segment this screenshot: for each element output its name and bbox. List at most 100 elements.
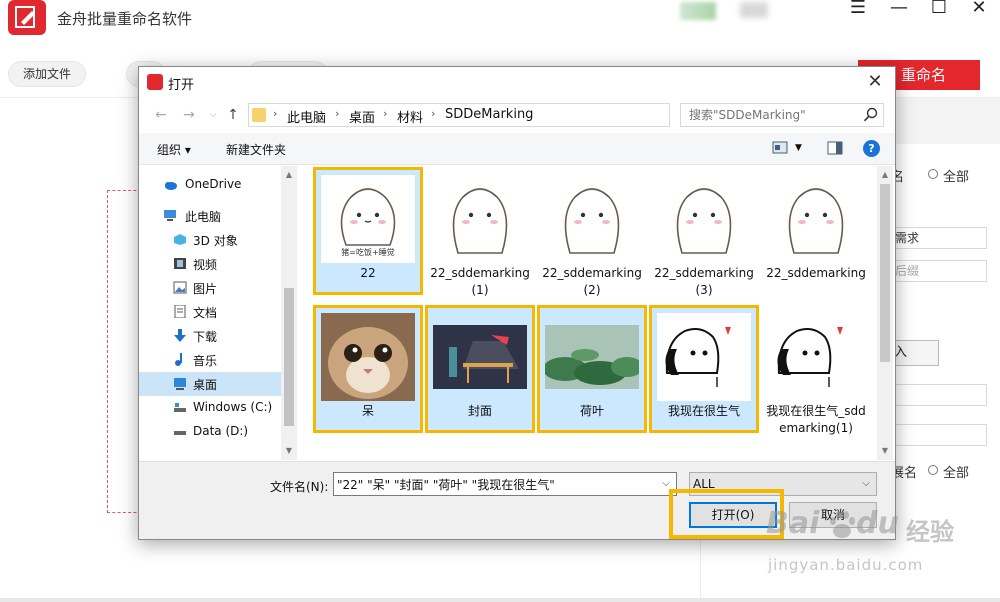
command-bar: 组织 ▾ 新建文件夹 ▼ ? xyxy=(139,133,895,165)
files-scroll-thumb[interactable] xyxy=(880,184,890,362)
navigation-row: ← → ⌵ ↑ › 此电脑 › 桌面 › 材料 › SDDeMarking ⌵ … xyxy=(139,101,895,129)
file-item-22-sddemarking-3[interactable]: 22_sddemarking(3) xyxy=(651,169,757,297)
filename-input[interactable] xyxy=(334,473,656,495)
files-scrollbar[interactable]: ▲ ▼ xyxy=(877,166,893,460)
app-icon xyxy=(147,74,163,90)
ext-radio-all[interactable] xyxy=(928,465,938,475)
file-thumbnail: 猪=吃饭+睡觉 xyxy=(321,175,415,263)
nav-item-onedrive[interactable]: OneDrive xyxy=(139,173,281,197)
file-thumbnail xyxy=(769,313,863,401)
file-item-22-sddemarking-1[interactable]: 22_sddemarking(1) xyxy=(427,169,533,297)
scroll-up-arrow-icon[interactable]: ▲ xyxy=(284,170,294,180)
maximize-icon[interactable]: ☐ xyxy=(926,0,952,18)
file-item-lotus-leaf[interactable]: 荷叶 xyxy=(537,305,647,433)
up-arrow-icon[interactable]: ↑ xyxy=(223,105,243,125)
suffix-input[interactable]: 后缀 xyxy=(891,260,987,282)
dialog-title: 打开 xyxy=(168,78,195,93)
video-icon xyxy=(174,258,186,269)
open-button-highlight xyxy=(669,489,784,539)
pencil-icon xyxy=(15,6,35,28)
view-mode-icon[interactable] xyxy=(772,141,788,155)
radio-all-label: 全部 xyxy=(943,170,970,185)
file-item-angry-sddemarking-1[interactable]: 我现在很生气_sddemarking(1) xyxy=(763,307,869,435)
file-item-angry[interactable]: 我现在很生气 xyxy=(649,305,759,433)
breadcrumb-materials[interactable]: 材料 xyxy=(397,107,423,126)
panel-input-4[interactable] xyxy=(891,424,987,446)
file-thumbnail xyxy=(657,175,751,263)
help-icon[interactable]: ? xyxy=(863,140,880,157)
cube-icon xyxy=(174,234,186,245)
app-bottom-bar xyxy=(0,598,1000,602)
back-arrow-icon[interactable]: ← xyxy=(151,105,171,125)
scroll-down-arrow-icon[interactable]: ▼ xyxy=(284,446,294,456)
file-list: 猪=吃饭+睡觉 22 22_sddemarking(1) 22_sddemark… xyxy=(298,166,877,460)
address-bar[interactable]: › 此电脑 › 桌面 › 材料 › SDDeMarking ⌵ ↻ xyxy=(248,103,774,127)
download-icon xyxy=(174,329,186,342)
nav-item-windows-c[interactable]: Windows (C:) xyxy=(139,396,281,420)
file-item-22-sddemarking-2[interactable]: 22_sddemarking(2) xyxy=(539,169,645,297)
file-thumbnail xyxy=(433,175,527,263)
dialog-close-button[interactable]: ✕ xyxy=(863,71,887,93)
file-thumbnail xyxy=(433,325,527,389)
breadcrumb-sddemarking[interactable]: SDDeMarking xyxy=(445,107,533,122)
nav-item-this-pc[interactable]: 此电脑 xyxy=(139,204,281,228)
drive-icon xyxy=(174,431,186,435)
filename-field: ⌵ xyxy=(333,472,677,496)
app-logo xyxy=(8,0,46,35)
nav-item-videos[interactable]: 视频 xyxy=(139,252,281,276)
scroll-up-arrow-icon[interactable]: ▲ xyxy=(880,170,890,180)
nav-item-3d-objects[interactable]: 3D 对象 xyxy=(139,228,281,252)
cancel-button[interactable]: 取消 xyxy=(789,502,877,528)
panel-input-3[interactable] xyxy=(891,384,987,406)
picture-icon xyxy=(173,281,187,294)
blurred-icon xyxy=(680,2,716,20)
file-thumbnail xyxy=(321,313,415,401)
breadcrumb-this-pc[interactable]: 此电脑 xyxy=(287,107,326,126)
forward-arrow-icon[interactable]: → xyxy=(179,105,199,125)
nav-scrollbar[interactable]: ▲ ▼ xyxy=(281,166,297,460)
add-file-button[interactable]: 添加文件 xyxy=(8,61,86,87)
breadcrumb-separator: › xyxy=(431,107,436,120)
menu-icon[interactable]: ☰ xyxy=(845,0,871,18)
new-folder-button[interactable]: 新建文件夹 xyxy=(226,141,286,158)
cloud-icon xyxy=(165,182,177,190)
search-box xyxy=(680,103,884,127)
recent-dropdown-icon[interactable]: ⌵ xyxy=(203,105,223,125)
document-icon xyxy=(174,305,186,318)
breadcrumb-desktop[interactable]: 桌面 xyxy=(349,107,375,126)
view-dropdown-icon[interactable]: ▼ xyxy=(795,143,802,153)
search-input[interactable] xyxy=(681,104,861,126)
music-icon xyxy=(175,353,182,366)
close-icon[interactable]: ✕ xyxy=(966,0,992,18)
file-item-dai[interactable]: 呆 xyxy=(313,305,423,433)
computer-icon xyxy=(164,210,176,221)
scroll-down-arrow-icon[interactable]: ▼ xyxy=(880,446,890,456)
organize-button[interactable]: 组织 ▾ xyxy=(157,141,191,158)
search-icon[interactable] xyxy=(863,107,879,123)
blurred-avatar xyxy=(740,2,768,18)
import-button[interactable]: 入 xyxy=(891,340,939,366)
nav-item-data-d[interactable]: Data (D:) xyxy=(139,420,281,444)
filename-label: 文件名(N): xyxy=(270,480,329,494)
nav-item-documents[interactable]: 文档 xyxy=(139,300,281,324)
minimize-icon[interactable]: — xyxy=(886,0,912,18)
app-title: 金舟批量重命名软件 xyxy=(57,10,193,28)
file-thumbnail xyxy=(657,313,751,401)
nav-item-pictures[interactable]: 图片 xyxy=(139,276,281,300)
rule-input[interactable]: 需求 xyxy=(891,227,987,249)
radio-all[interactable] xyxy=(928,169,938,179)
nav-item-music[interactable]: 音乐 xyxy=(139,348,281,372)
ext-radio-all-label: 全部 xyxy=(943,466,970,481)
nav-item-downloads[interactable]: 下载 xyxy=(139,324,281,348)
breadcrumb-separator: › xyxy=(273,107,278,120)
chevron-down-icon: ⌵ xyxy=(862,478,870,489)
breadcrumb-separator: › xyxy=(383,107,388,120)
thumbnail-caption: 猪=吃饭+睡觉 xyxy=(341,248,395,257)
nav-scroll-thumb[interactable] xyxy=(284,288,294,426)
nav-item-desktop[interactable]: 桌面 xyxy=(139,372,281,396)
file-item-22-sddemarking[interactable]: 22_sddemarking xyxy=(763,169,869,293)
file-item-cover[interactable]: 封面 xyxy=(425,305,535,433)
preview-pane-icon[interactable] xyxy=(827,141,843,155)
breadcrumb-separator: › xyxy=(335,107,340,120)
file-item-22[interactable]: 猪=吃饭+睡觉 22 xyxy=(313,167,423,295)
